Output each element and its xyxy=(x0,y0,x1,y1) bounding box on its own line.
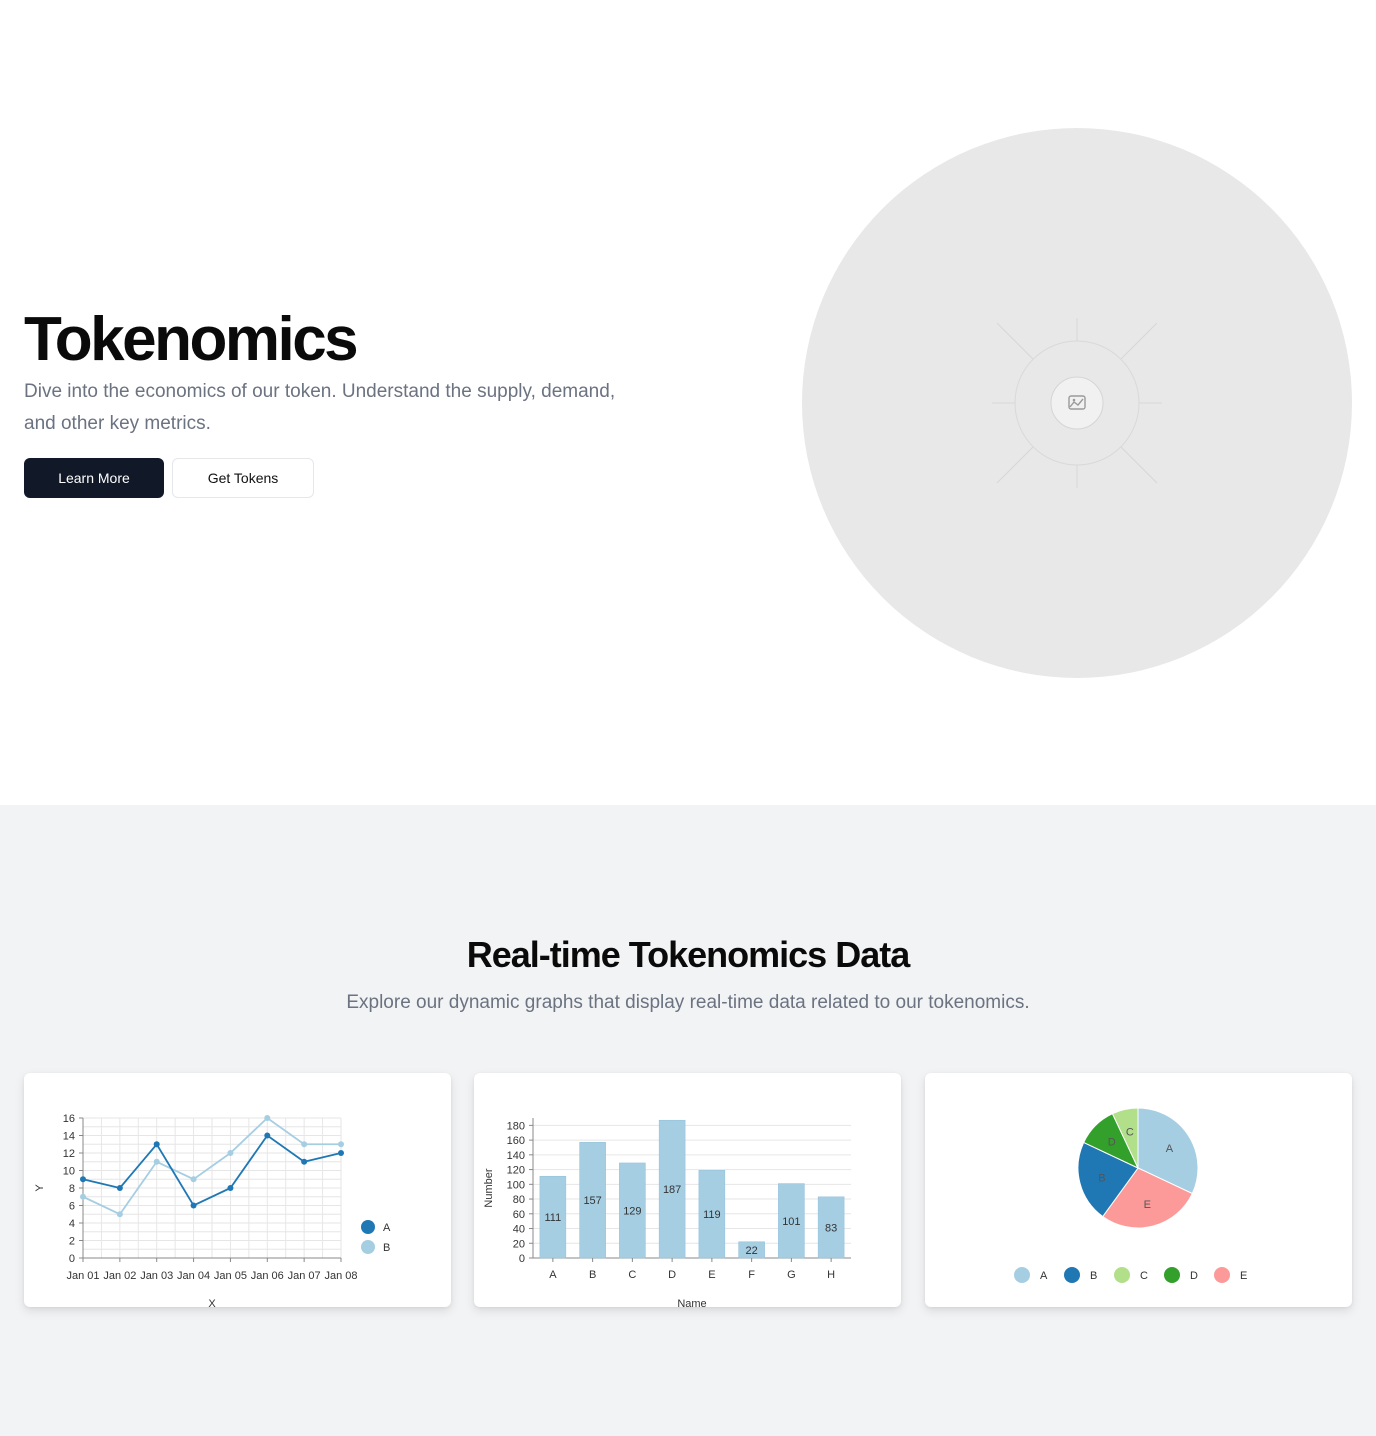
bar-value-label: 22 xyxy=(746,1245,758,1257)
y-tick-label: 10 xyxy=(63,1166,75,1178)
y-tick-label: 60 xyxy=(513,1209,525,1221)
data-point-a xyxy=(264,1132,271,1139)
line-chart-card: 0 2 4 6 8 10 12 14 16 Jan 01 Jan 02 Jan 03 Jan 04 Jan… xyxy=(24,1073,451,1307)
y-tick-label: 16 xyxy=(63,1113,75,1125)
x-tick-label: H xyxy=(827,1269,835,1281)
bar-value-label: 187 xyxy=(663,1184,681,1196)
data-point-b xyxy=(190,1176,197,1183)
legend-marker-a xyxy=(361,1220,375,1234)
pie-slice-label: D xyxy=(1108,1137,1116,1149)
legend-label-b: B xyxy=(1090,1270,1097,1282)
pie-slice-label: C xyxy=(1126,1127,1134,1139)
legend-label-c: C xyxy=(1140,1270,1148,1282)
y-tick-label: 100 xyxy=(507,1179,525,1191)
learn-more-button[interactable]: Learn More xyxy=(24,458,164,498)
y-tick-label: 180 xyxy=(507,1120,525,1132)
hero-title: Tokenomics xyxy=(24,305,359,374)
bar-value-label: 83 xyxy=(825,1222,837,1234)
legend-label-e: E xyxy=(1240,1270,1247,1282)
y-tick-label: 12 xyxy=(63,1148,75,1160)
pie-slice-label: E xyxy=(1144,1199,1151,1211)
legend-marker-e xyxy=(1214,1267,1230,1283)
bar-value-label: 157 xyxy=(583,1195,601,1207)
legend-marker-d xyxy=(1164,1267,1180,1283)
image-placeholder-icon xyxy=(992,318,1162,488)
x-tick-label: G xyxy=(787,1269,796,1281)
legend-label-a: A xyxy=(1040,1270,1048,1282)
x-tick-label: D xyxy=(668,1269,676,1281)
section-subtitle: Explore our dynamic graphs that display … xyxy=(346,992,1030,1013)
legend-marker-a xyxy=(1014,1267,1030,1283)
x-tick-label: Jan 02 xyxy=(103,1270,136,1282)
x-tick-label: Jan 04 xyxy=(177,1270,210,1282)
x-tick-label: Jan 07 xyxy=(288,1270,321,1282)
y-tick-label: 140 xyxy=(507,1150,525,1162)
tokenomics-data-section: Real-time Tokenomics Data Explore our dy… xyxy=(0,805,1376,1436)
bar-value-label: 111 xyxy=(545,1212,562,1224)
y-tick-label: 80 xyxy=(513,1194,525,1206)
y-tick-label: 160 xyxy=(507,1135,525,1147)
bar-value-label: 119 xyxy=(703,1209,721,1221)
hero-subtitle: Dive into the economics of our token. Un… xyxy=(24,381,616,434)
data-point-b xyxy=(227,1150,234,1156)
y-tick-label: 6 xyxy=(69,1201,75,1213)
legend-label-a: A xyxy=(383,1222,391,1234)
data-point-b xyxy=(116,1211,123,1218)
legend-label-b: B xyxy=(383,1242,390,1254)
bar-chart: 0 20 40 60 80 100 120 140 160 180 111 A 157 B 129 C 187 D… xyxy=(483,1118,851,1307)
data-point-b xyxy=(301,1141,308,1148)
y-tick-label: 0 xyxy=(519,1253,525,1265)
data-point-b xyxy=(264,1115,271,1121)
bar-value-label: 101 xyxy=(782,1216,800,1228)
bar-chart-card: 0 20 40 60 80 100 120 140 160 180 111 A 157 B 129 C 187 D… xyxy=(474,1073,901,1307)
y-tick-label: 14 xyxy=(63,1131,75,1143)
legend-marker-b xyxy=(1064,1267,1080,1283)
legend-marker-c xyxy=(1114,1267,1130,1283)
y-tick-label: 40 xyxy=(513,1224,525,1236)
y-tick-label: 4 xyxy=(69,1218,75,1230)
x-tick-label: A xyxy=(549,1269,557,1281)
y-tick-label: 120 xyxy=(507,1165,525,1177)
x-tick-label: Jan 08 xyxy=(324,1270,357,1282)
y-tick-label: 0 xyxy=(69,1253,75,1265)
data-point-b xyxy=(338,1141,344,1148)
data-point-a xyxy=(190,1202,197,1209)
data-point-b xyxy=(153,1158,160,1165)
pie-chart-card: AEBDCABCDE xyxy=(925,1073,1352,1307)
pie-slice-label: A xyxy=(1166,1143,1174,1155)
legend-label-d: D xyxy=(1190,1270,1198,1282)
line-chart: 0 2 4 6 8 10 12 14 16 Jan 01 Jan 02 Jan 03 Jan 04 Jan… xyxy=(34,1113,391,1307)
pie-slice-label: B xyxy=(1098,1172,1105,1184)
hero-section: Tokenomics Dive into the economics of ou… xyxy=(0,0,1376,805)
hero-image-placeholder xyxy=(802,128,1352,678)
x-tick-label: Jan 05 xyxy=(214,1270,247,1282)
bar-value-label: 129 xyxy=(623,1205,641,1217)
x-tick-label: Jan 06 xyxy=(251,1270,284,1282)
x-tick-label: C xyxy=(628,1269,636,1281)
x-tick-label: Jan 01 xyxy=(66,1270,99,1282)
x-tick-label: E xyxy=(708,1269,715,1281)
x-tick-label: Jan 03 xyxy=(140,1270,173,1282)
data-point-a xyxy=(80,1176,86,1183)
x-axis-label: Name xyxy=(677,1298,706,1307)
data-point-a xyxy=(153,1141,160,1148)
legend-marker-b xyxy=(361,1240,375,1254)
x-tick-label: F xyxy=(748,1269,755,1281)
data-point-a xyxy=(338,1150,344,1156)
get-tokens-button[interactable]: Get Tokens xyxy=(172,458,314,498)
y-tick-label: 20 xyxy=(513,1238,525,1250)
pie-chart: AEBDCA B C D E xyxy=(1014,1107,1247,1283)
x-tick-label: B xyxy=(589,1269,596,1281)
data-point-b xyxy=(80,1193,86,1200)
data-point-a xyxy=(227,1185,234,1191)
y-axis-label: Y xyxy=(34,1184,46,1192)
y-tick-label: 2 xyxy=(69,1236,75,1248)
y-tick-label: 8 xyxy=(69,1183,75,1195)
data-point-a xyxy=(116,1185,123,1191)
data-point-a xyxy=(301,1158,308,1165)
y-axis-label: Number xyxy=(483,1168,495,1207)
section-title: Real-time Tokenomics Data xyxy=(466,934,910,975)
x-axis-label: X xyxy=(208,1298,216,1307)
